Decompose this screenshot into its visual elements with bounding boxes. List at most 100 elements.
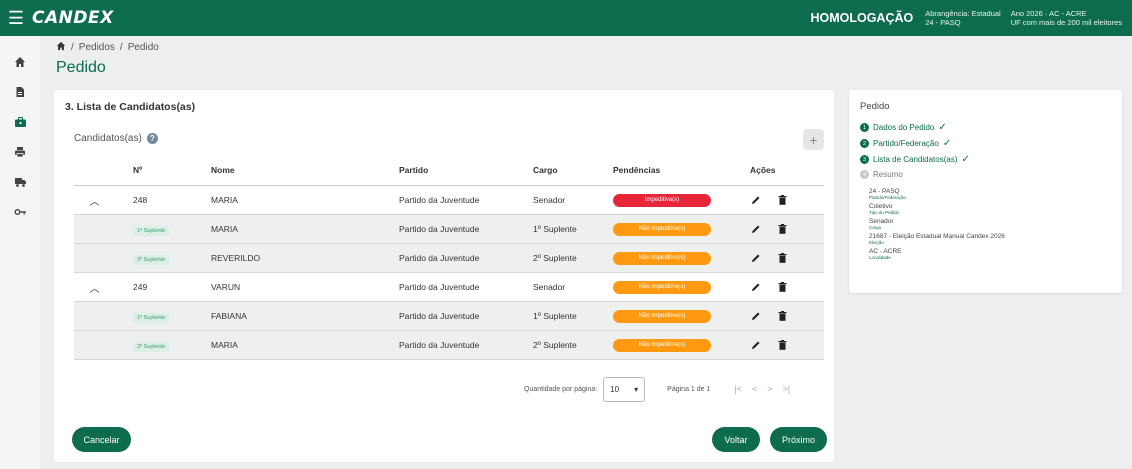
cell-role: Senador bbox=[533, 195, 566, 205]
delete-icon[interactable] bbox=[776, 339, 788, 351]
step-number: 2 bbox=[860, 139, 869, 148]
breadcrumb-separator: / bbox=[119, 42, 123, 53]
step-label: Lista de Candidatos(as) bbox=[873, 155, 958, 164]
delete-icon[interactable] bbox=[776, 310, 788, 322]
page-size-select[interactable]: 10 ▾ bbox=[603, 376, 646, 402]
candidates-label: Candidatos(as) ? bbox=[74, 133, 158, 144]
cell-name: FABIANA bbox=[211, 311, 247, 321]
document-icon[interactable] bbox=[10, 82, 30, 102]
cell-role: 2º Suplente bbox=[533, 340, 577, 350]
page-nav: |< < > >| bbox=[734, 384, 790, 394]
add-candidate-button[interactable]: + bbox=[803, 129, 824, 150]
page-title: Pedido bbox=[56, 59, 106, 76]
back-button[interactable]: Voltar bbox=[712, 427, 760, 452]
home-icon[interactable] bbox=[10, 52, 30, 72]
scope-info: Abrangência: Estadual 24 - PASQ bbox=[925, 9, 1000, 27]
step-resumo[interactable]: 4 Resumo bbox=[860, 170, 970, 179]
breadcrumb-pedidos[interactable]: Pedidos bbox=[79, 42, 115, 53]
cell-party: Partido da Juventude bbox=[399, 224, 480, 234]
menu-icon[interactable]: ☰ bbox=[0, 0, 32, 36]
step-label: Partido/Federação bbox=[873, 139, 939, 148]
home-icon[interactable] bbox=[56, 41, 66, 54]
check-icon: ✓ bbox=[961, 154, 970, 165]
key-icon[interactable] bbox=[10, 202, 30, 222]
collapse-icon[interactable]: ︿ bbox=[90, 193, 100, 208]
edit-icon[interactable] bbox=[750, 281, 762, 293]
edit-icon[interactable] bbox=[750, 339, 762, 351]
step-label: Dados do Pedido bbox=[873, 123, 935, 132]
last-page-icon[interactable]: >| bbox=[783, 384, 791, 394]
header-actions: Ações bbox=[750, 165, 776, 175]
step-dados[interactable]: 1 Dados do Pedido ✓ bbox=[860, 122, 970, 133]
check-icon: ✓ bbox=[942, 138, 952, 149]
cell-name: VARUN bbox=[211, 282, 241, 292]
edit-icon[interactable] bbox=[750, 194, 762, 206]
summary-label: Eleição bbox=[869, 240, 884, 245]
summary-value: AC - ACRE bbox=[869, 248, 902, 255]
help-icon[interactable]: ? bbox=[146, 133, 158, 144]
collapse-icon[interactable]: ︿ bbox=[90, 280, 100, 295]
table-row: ︿ 249 VARUN Partido da Juventude Senador… bbox=[74, 273, 824, 302]
page-size-value: 10 bbox=[610, 384, 620, 394]
summary-title: Pedido bbox=[860, 101, 890, 112]
candidates-label-text: Candidatos(as) bbox=[74, 133, 142, 144]
page-size-label: Quantidade por página: bbox=[524, 385, 598, 393]
cancel-button[interactable]: Cancelar bbox=[72, 427, 131, 452]
cell-name: REVERILDO bbox=[211, 253, 261, 263]
pagination: Quantidade por página: 10 ▾ Página 1 de … bbox=[524, 376, 790, 402]
step-number: 3 bbox=[860, 155, 869, 164]
delete-icon[interactable] bbox=[776, 223, 788, 235]
summary-item: 21687 - Eleição Estadual Manual Candex 2… bbox=[869, 233, 1005, 245]
year-text: Ano 2026 · AC - ACRE bbox=[1010, 9, 1087, 18]
header-num: Nº bbox=[133, 165, 143, 175]
summary-label: Localidade bbox=[869, 255, 891, 260]
trucks-icon[interactable] bbox=[10, 172, 30, 192]
cell-role: 1º Suplente bbox=[533, 224, 577, 234]
printer-icon[interactable] bbox=[10, 142, 30, 162]
briefcase-icon[interactable] bbox=[10, 112, 30, 132]
summary-value: Senador bbox=[869, 218, 894, 225]
summary-item: Coletivo Tipo do Pedido bbox=[869, 203, 1005, 215]
substitute-badge: 2º Suplente bbox=[133, 342, 170, 352]
delete-icon[interactable] bbox=[776, 252, 788, 264]
steps-list: 1 Dados do Pedido ✓ 2 Partido/Federação … bbox=[860, 122, 970, 179]
status-badge: Não impeditiva(s) bbox=[613, 310, 711, 323]
step-lista[interactable]: 3 Lista de Candidatos(as) ✓ bbox=[860, 154, 970, 165]
cell-party: Partido da Juventude bbox=[399, 340, 480, 350]
cell-num: 248 bbox=[133, 195, 148, 205]
edit-icon[interactable] bbox=[750, 252, 762, 264]
header-name: Nome bbox=[211, 165, 235, 175]
header-pending: Pendências bbox=[613, 165, 661, 175]
uf-text: UF com mais de 200 mil eleitores bbox=[1010, 18, 1122, 27]
step-partido[interactable]: 2 Partido/Federação ✓ bbox=[860, 138, 970, 149]
summary-value: Coletivo bbox=[869, 203, 893, 210]
candidates-table: Nº Nome Partido Cargo Pendências Ações ︿… bbox=[74, 155, 824, 360]
breadcrumb-pedido: Pedido bbox=[127, 42, 159, 53]
table-row: 1º Suplente FABIANA Partido da Juventude… bbox=[74, 302, 824, 331]
edit-icon[interactable] bbox=[750, 223, 762, 235]
summary-item: Senador Cargo bbox=[869, 218, 1005, 230]
status-badge: Não impeditiva(s) bbox=[613, 252, 711, 265]
page-info: Página 1 de 1 bbox=[667, 385, 711, 393]
delete-icon[interactable] bbox=[776, 281, 788, 293]
delete-icon[interactable] bbox=[776, 194, 788, 206]
table-row: 2º Suplente MARIA Partido da Juventude 2… bbox=[74, 331, 824, 360]
summary-label: Partido/Federação bbox=[869, 195, 907, 200]
table-row: 2º Suplente REVERILDO Partido da Juventu… bbox=[74, 244, 824, 273]
abrangencia-text: Abrangência: Estadual bbox=[925, 9, 1001, 18]
cell-role: 2º Suplente bbox=[533, 253, 577, 263]
breadcrumb-separator: / bbox=[71, 42, 74, 53]
first-page-icon[interactable]: |< bbox=[734, 384, 742, 394]
cell-role: 1º Suplente bbox=[533, 311, 577, 321]
cell-party: Partido da Juventude bbox=[399, 195, 480, 205]
status-badge: Não impeditiva(s) bbox=[613, 339, 711, 352]
next-page-icon[interactable]: > bbox=[767, 384, 772, 394]
status-badge: Não impeditiva(s) bbox=[613, 281, 711, 294]
edit-icon[interactable] bbox=[750, 310, 762, 322]
step-label: Resumo bbox=[873, 170, 903, 179]
next-button[interactable]: Próximo bbox=[770, 427, 827, 452]
summary-list: 24 - PASQ Partido/Federação Coletivo Tip… bbox=[869, 188, 1005, 260]
prev-page-icon[interactable]: < bbox=[752, 384, 757, 394]
cell-party: Partido da Juventude bbox=[399, 311, 480, 321]
check-icon: ✓ bbox=[938, 122, 947, 133]
